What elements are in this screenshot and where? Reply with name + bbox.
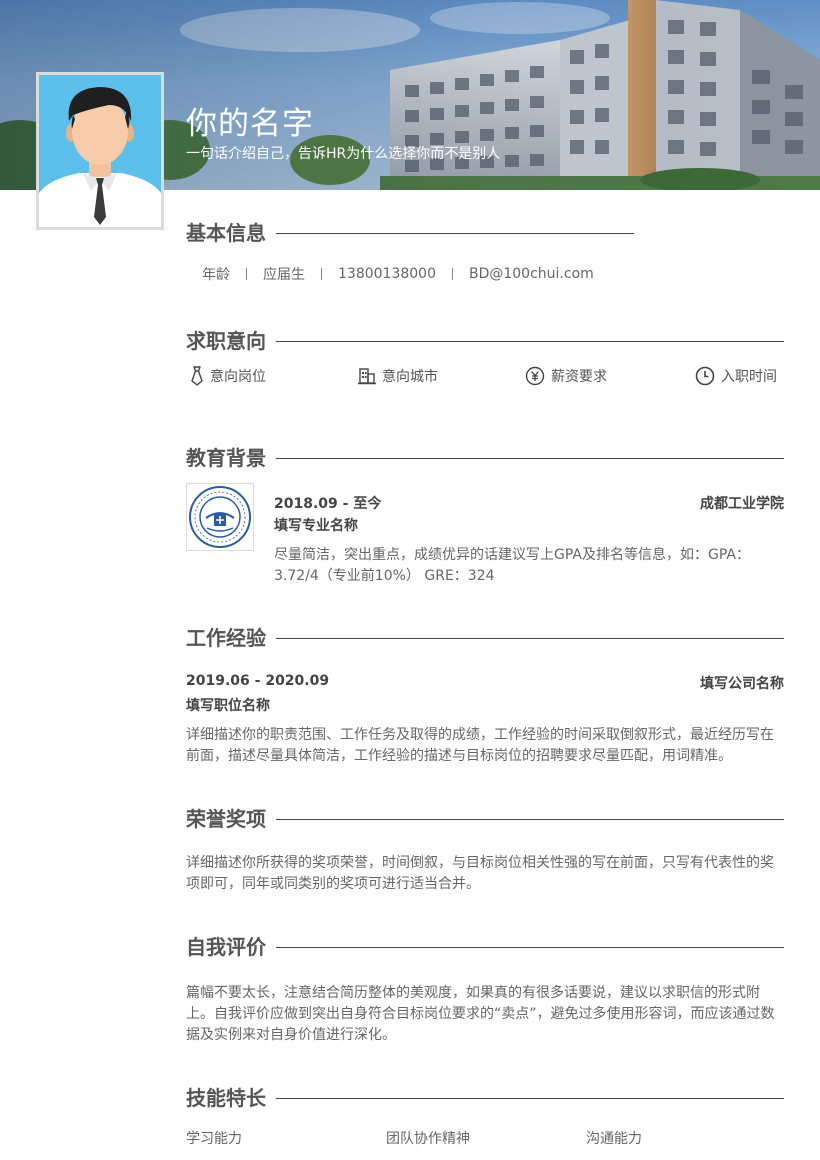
section-title: 技能特长 bbox=[186, 1086, 266, 1110]
education-description: 尽量简洁，突出重点，成绩优异的话建议写上GPA及排名等信息，如：GPA：3.72… bbox=[274, 547, 750, 584]
section-header: 自我评价 bbox=[186, 932, 784, 962]
section-title: 求职意向 bbox=[186, 329, 266, 353]
work-description: 详细描述你的职责范围、工作任务及取得的成绩，工作经验的时间采取倒叙形式，最近经历… bbox=[186, 727, 774, 764]
section-header: 求职意向 bbox=[186, 326, 784, 356]
section-honors: 荣誉奖项 详细描述你所获得的奖项荣誉，时间倒叙，与目标岗位相关性强的写在前面，只… bbox=[186, 804, 784, 904]
honors-description: 详细描述你所获得的奖项荣誉，时间倒叙，与目标岗位相关性强的写在前面，只写有代表性… bbox=[186, 855, 774, 892]
email-field: BD@100chui.com bbox=[468, 266, 594, 282]
clock-icon bbox=[695, 366, 715, 386]
section-divider bbox=[276, 638, 784, 639]
self-evaluation-description: 篇幅不要太长，注意结合简历整体的美观度，如果真的有很多话要说，建议以求职信的形式… bbox=[186, 985, 775, 1043]
status-field: 应届生 bbox=[263, 267, 305, 283]
section-title: 自我评价 bbox=[186, 935, 266, 959]
tie-icon bbox=[191, 366, 203, 386]
job-intent-row: 意向岗位 意向城市 薪资要求 入职时间 bbox=[190, 366, 784, 390]
section-divider bbox=[276, 1098, 784, 1099]
job-position: 填写职位名称 bbox=[186, 698, 270, 714]
work-period: 2019.06 - 2020.09 bbox=[186, 673, 330, 689]
section-title: 教育背景 bbox=[186, 446, 266, 470]
intent-start-time-label: 入职时间 bbox=[721, 369, 777, 385]
section-work-experience: 工作经验 2019.06 - 2020.09 填写公司名称 填写职位名称 详细描… bbox=[186, 623, 784, 773]
intent-salary: 薪资要求 bbox=[525, 366, 607, 386]
company-name: 填写公司名称 bbox=[700, 676, 784, 692]
section-header: 技能特长 bbox=[186, 1083, 784, 1113]
section-header: 荣誉奖项 bbox=[186, 804, 784, 834]
section-job-intent: 求职意向 意向岗位 意向城市 薪资要求 入职时间 bbox=[186, 326, 784, 398]
intent-city: 意向城市 bbox=[358, 366, 438, 386]
intent-start-time: 入职时间 bbox=[695, 366, 777, 386]
section-title: 工作经验 bbox=[186, 626, 266, 650]
intent-position: 意向岗位 bbox=[190, 366, 266, 386]
education-period: 2018.09 - 至今 bbox=[274, 496, 382, 512]
building-icon bbox=[358, 368, 376, 385]
section-divider bbox=[276, 458, 784, 459]
school-emblem-icon bbox=[189, 486, 251, 548]
section-skills: 技能特长 学习能力 团队协作精神 沟通能力 bbox=[186, 1083, 784, 1158]
education-entry: 2018.09 - 至今 成都工业学院 填写专业名称 尽量简洁，突出重点，成绩优… bbox=[274, 493, 784, 587]
section-header: 教育背景 bbox=[186, 443, 784, 473]
separator bbox=[451, 268, 453, 280]
work-header-row: 2019.06 - 2020.09 填写公司名称 bbox=[186, 673, 784, 693]
skill-item: 沟通能力 bbox=[586, 1131, 642, 1147]
candidate-name: 你的名字 bbox=[186, 106, 314, 142]
skill-item: 学习能力 bbox=[186, 1131, 242, 1147]
section-education: 教育背景 2018.09 - 至今 成都工业学院 填写专业名称 尽量简洁，突出重… bbox=[186, 443, 784, 593]
section-self-evaluation: 自我评价 篇幅不要太长，注意结合简历整体的美观度，如果真的有很多话要说，建议以求… bbox=[186, 932, 784, 1052]
intent-salary-label: 薪资要求 bbox=[551, 369, 607, 385]
education-header-row: 2018.09 - 至今 成都工业学院 bbox=[274, 493, 784, 513]
school-name: 成都工业学院 bbox=[700, 496, 784, 512]
section-basic-info: 基本信息 年龄 应届生 13800138000 BD@100chui.com bbox=[186, 218, 784, 293]
section-header: 工作经验 bbox=[186, 623, 784, 653]
separator bbox=[246, 268, 247, 280]
separator bbox=[321, 268, 322, 280]
candidate-tagline: 一句话介绍自己，告诉HR为什么选择你而不是别人 bbox=[186, 146, 501, 162]
section-header: 基本信息 bbox=[186, 218, 784, 248]
yuan-icon bbox=[525, 366, 545, 386]
intent-position-label: 意向岗位 bbox=[210, 369, 266, 385]
section-divider bbox=[276, 819, 784, 820]
skills-list: 学习能力 团队协作精神 沟通能力 bbox=[186, 1128, 784, 1148]
avatar bbox=[36, 72, 164, 230]
phone-field: 13800138000 bbox=[338, 266, 436, 282]
skill-item: 团队协作精神 bbox=[386, 1131, 470, 1147]
basic-info-row: 年龄 应届生 13800138000 BD@100chui.com bbox=[202, 264, 594, 284]
work-entry: 2019.06 - 2020.09 填写公司名称 填写职位名称 详细描述你的职责… bbox=[186, 673, 784, 767]
section-title: 荣誉奖项 bbox=[186, 807, 266, 831]
major-name: 填写专业名称 bbox=[274, 518, 358, 534]
section-divider bbox=[276, 341, 784, 342]
section-title: 基本信息 bbox=[186, 221, 266, 245]
section-divider bbox=[276, 947, 784, 948]
age-field: 年龄 bbox=[202, 267, 230, 283]
school-logo bbox=[186, 483, 254, 551]
section-divider bbox=[276, 233, 634, 234]
avatar-illustration bbox=[39, 75, 161, 227]
intent-city-label: 意向城市 bbox=[382, 369, 438, 385]
